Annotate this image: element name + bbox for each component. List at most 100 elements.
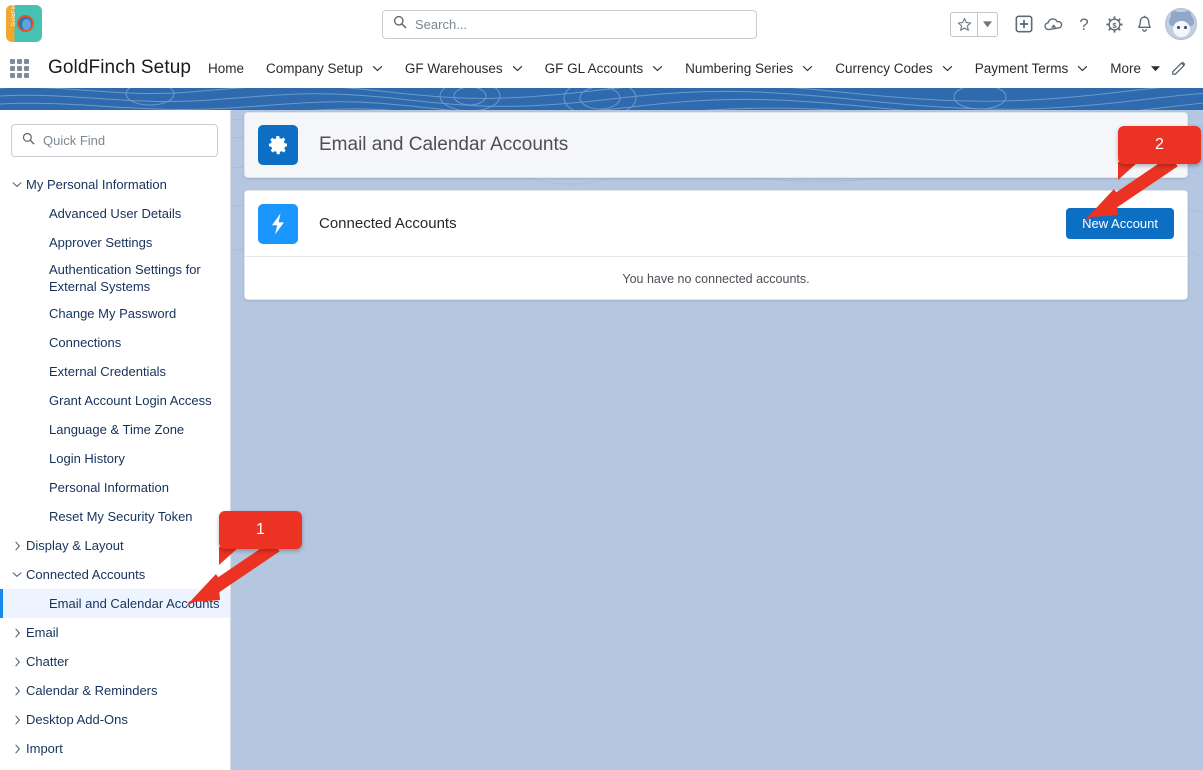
chevron-right-icon [8,541,26,551]
sidebar-group-import[interactable]: Import [0,734,230,763]
cloud-icon[interactable] [1039,8,1069,40]
callout-1-tail [219,547,239,565]
sidebar-item-label: Email and Calendar Accounts [49,596,220,611]
chevron-down-icon [802,65,813,72]
pencil-edit-icon[interactable] [1163,48,1195,88]
app-name-label: GoldFinch Setup [48,57,192,78]
chevron-right-icon [8,686,26,696]
notifications-bell-icon[interactable] [1129,8,1159,40]
sidebar-item-label: Change My Password [49,306,177,321]
sidebar-group-label: Calendar & Reminders [26,683,158,698]
sidebar-group-label: Import [26,741,63,756]
chevron-down-icon [652,65,663,72]
callout-1: 1 [219,511,302,549]
sidebar-item-grant-account-login-access[interactable]: Grant Account Login Access [0,386,230,415]
nav-item-label: Numbering Series [685,60,794,76]
nav-item-company-setup[interactable]: Company Setup [255,48,394,88]
chevron-down-icon [8,181,26,188]
sidebar-group-connected-accounts[interactable]: Connected Accounts [0,560,230,589]
sidebar-item-change-my-password[interactable]: Change My Password [0,299,230,328]
nav-item-numbering-series[interactable]: Numbering Series [674,48,824,88]
quick-find-box[interactable] [11,124,218,157]
sidebar-item-login-history[interactable]: Login History [0,444,230,473]
sidebar-item-authentication-settings-for-external-systems[interactable]: Authentication Settings for External Sys… [0,257,230,299]
sidebar-item-advanced-user-details[interactable]: Advanced User Details [0,199,230,228]
sidebar-item-label: External Credentials [49,364,167,379]
app-logo-icon[interactable]: GoldFinch [6,5,42,42]
sidebar-group-my-personal-information[interactable]: My Personal Information [0,170,230,199]
nav-item-gf-warehouses[interactable]: GF Warehouses [394,48,534,88]
setup-sidebar: My Personal Information Advanced User De… [0,110,231,770]
chevron-down-icon [512,65,523,72]
topographic-banner [0,88,1203,110]
sidebar-group-label: Display & Layout [26,538,124,553]
sidebar-item-label: Approver Settings [49,235,153,250]
nav-item-label: Payment Terms [974,60,1069,76]
sidebar-item-label: Language & Time Zone [49,422,185,437]
chevron-right-icon [8,744,26,754]
globe-glyph [17,15,34,32]
sidebar-group-label: My Personal Information [26,177,167,192]
favorite-star-icon[interactable] [951,13,977,36]
main-content: Email and Calendar Accounts Connected Ac… [231,110,1203,770]
quick-find-input[interactable] [43,133,207,148]
nav-item-gf-gl-accounts[interactable]: GF GL Accounts [534,48,675,88]
favorites-group [950,11,998,37]
app-launcher-icon[interactable] [10,59,30,78]
nav-item-label: Home [208,60,245,76]
chevron-right-icon [8,715,26,725]
chevron-right-icon [8,628,26,638]
sidebar-item-external-credentials[interactable]: External Credentials [0,357,230,386]
chevron-down-icon [942,65,953,72]
global-search-box[interactable] [382,10,757,39]
chevron-down-icon [8,571,26,578]
help-icon[interactable]: ? [1069,8,1099,40]
add-icon[interactable] [1009,8,1039,40]
sidebar-item-label: Authentication Settings for External Sys… [49,262,201,294]
sidebar-item-reset-my-security-token[interactable]: Reset My Security Token [0,502,230,531]
sidebar-group-calendar-and-reminders[interactable]: Calendar & Reminders [0,676,230,705]
sidebar-group-email[interactable]: Email [0,618,230,647]
search-input[interactable] [415,17,746,32]
nav-item-home[interactable]: Home [197,48,255,88]
chevron-down-icon [372,65,383,72]
sidebar-item-approver-settings[interactable]: Approver Settings [0,228,230,257]
avatar-eye-left [1177,26,1180,29]
sidebar-item-language-and-time-zone[interactable]: Language & Time Zone [0,415,230,444]
nav-items: Home Company Setup GF Warehouses GF GL A… [197,48,1172,88]
nav-item-label: More [1110,60,1142,76]
sidebar-item-email-and-calendar-accounts[interactable]: Email and Calendar Accounts [0,589,230,618]
topo-contours [0,88,1203,110]
sidebar-group-display-and-layout[interactable]: Display & Layout [0,531,230,560]
nav-item-more[interactable]: More [1099,48,1172,88]
setup-gear-icon[interactable]: $ [1099,8,1129,40]
nav-item-currency-codes[interactable]: Currency Codes [824,48,964,88]
sidebar-item-label: Personal Information [49,480,169,495]
favorites-dropdown-icon[interactable] [977,12,997,36]
empty-state-message: You have no connected accounts. [622,271,810,286]
sidebar-item-personal-information[interactable]: Personal Information [0,473,230,502]
setup-tree: My Personal Information Advanced User De… [0,170,230,763]
nav-item-label: GF GL Accounts [544,60,644,76]
nav-item-payment-terms[interactable]: Payment Terms [964,48,1100,88]
page-title: Email and Calendar Accounts [319,134,569,155]
search-icon [393,15,415,34]
avatar-ear-left [1171,11,1178,19]
new-account-button[interactable]: New Account [1066,208,1174,239]
svg-text:?: ? [1079,15,1088,34]
sidebar-item-connections[interactable]: Connections [0,328,230,357]
user-avatar[interactable] [1165,8,1197,40]
connected-accounts-card: Connected Accounts New Account You have … [244,190,1188,300]
top-bar: GoldFinch ? [0,0,1203,48]
sidebar-group-desktop-add-ons[interactable]: Desktop Add-Ons [0,705,230,734]
nav-item-label: GF Warehouses [404,60,503,76]
sidebar-group-label: Chatter [26,654,69,669]
nav-item-label: Currency Codes [835,60,933,76]
sidebar-group-chatter[interactable]: Chatter [0,647,230,676]
sidebar-item-label: Advanced User Details [49,206,182,221]
avatar-ear-right [1184,11,1191,19]
nav-item-label: Company Setup [266,60,363,76]
sidebar-group-label: Connected Accounts [26,567,146,582]
avatar-eye-right [1184,26,1187,29]
page-header: Email and Calendar Accounts [244,112,1188,178]
